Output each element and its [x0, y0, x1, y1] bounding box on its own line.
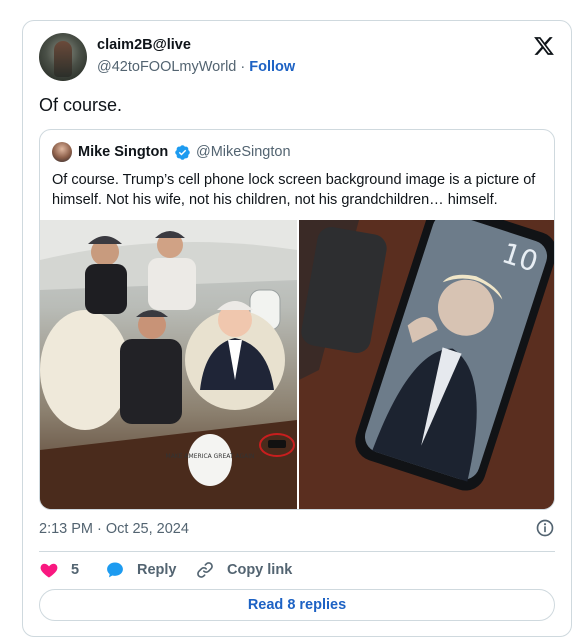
photo-phone-illustration: 10	[299, 220, 554, 509]
quoted-author-name: Mike Sington	[78, 144, 169, 160]
like-count: 5	[71, 562, 80, 578]
copy-link-button[interactable]: Copy link	[195, 559, 292, 581]
hat-slogan-text: MAKE AMERICA GREAT AGAIN	[166, 453, 255, 460]
x-logo-icon[interactable]	[533, 35, 555, 57]
info-icon[interactable]	[535, 518, 555, 538]
photo-jet-cabin-illustration: MAKE AMERICA GREAT AGAIN	[40, 220, 297, 509]
photo-phone-lockscreen[interactable]: 10	[299, 220, 554, 509]
quoted-author-handle: @MikeSington	[196, 144, 291, 160]
reply-button[interactable]: Reply	[105, 559, 177, 581]
link-icon	[197, 562, 213, 578]
photo-jet-cabin[interactable]: MAKE AMERICA GREAT AGAIN	[40, 220, 297, 509]
handle-separator: ·	[236, 59, 250, 75]
author-handle[interactable]: @42toFOOLmyWorld	[97, 59, 236, 75]
heart-icon	[40, 563, 58, 578]
read-replies-button[interactable]: Read 8 replies	[39, 589, 555, 621]
divider	[39, 551, 555, 552]
author-avatar[interactable]	[39, 33, 87, 81]
follow-link[interactable]: Follow	[249, 59, 295, 75]
reply-bubble-icon	[107, 562, 123, 578]
reply-label: Reply	[137, 562, 177, 578]
quoted-author-avatar	[52, 142, 72, 162]
tweet-timestamp[interactable]: 2:13 PM · Oct 25, 2024	[39, 521, 189, 537]
verified-badge-icon	[175, 145, 190, 160]
like-button[interactable]: 5	[39, 559, 79, 581]
author-name[interactable]: claim2B@live	[97, 37, 191, 53]
action-bar: 5 Reply Copy link	[39, 559, 555, 581]
copy-link-label: Copy link	[227, 562, 293, 578]
tweet-embed-card: claim2B@live @42toFOOLmyWorld · Follow O…	[22, 20, 572, 637]
tweet-header: claim2B@live @42toFOOLmyWorld · Follow	[39, 33, 555, 85]
tweet-text: Of course.	[39, 95, 123, 115]
author-handle-line: @42toFOOLmyWorld · Follow	[97, 59, 295, 75]
quoted-tweet[interactable]: Mike Sington @MikeSington Of course. Tru…	[39, 129, 555, 510]
quoted-tweet-text: Of course. Trump’s cell phone lock scree…	[52, 172, 536, 208]
